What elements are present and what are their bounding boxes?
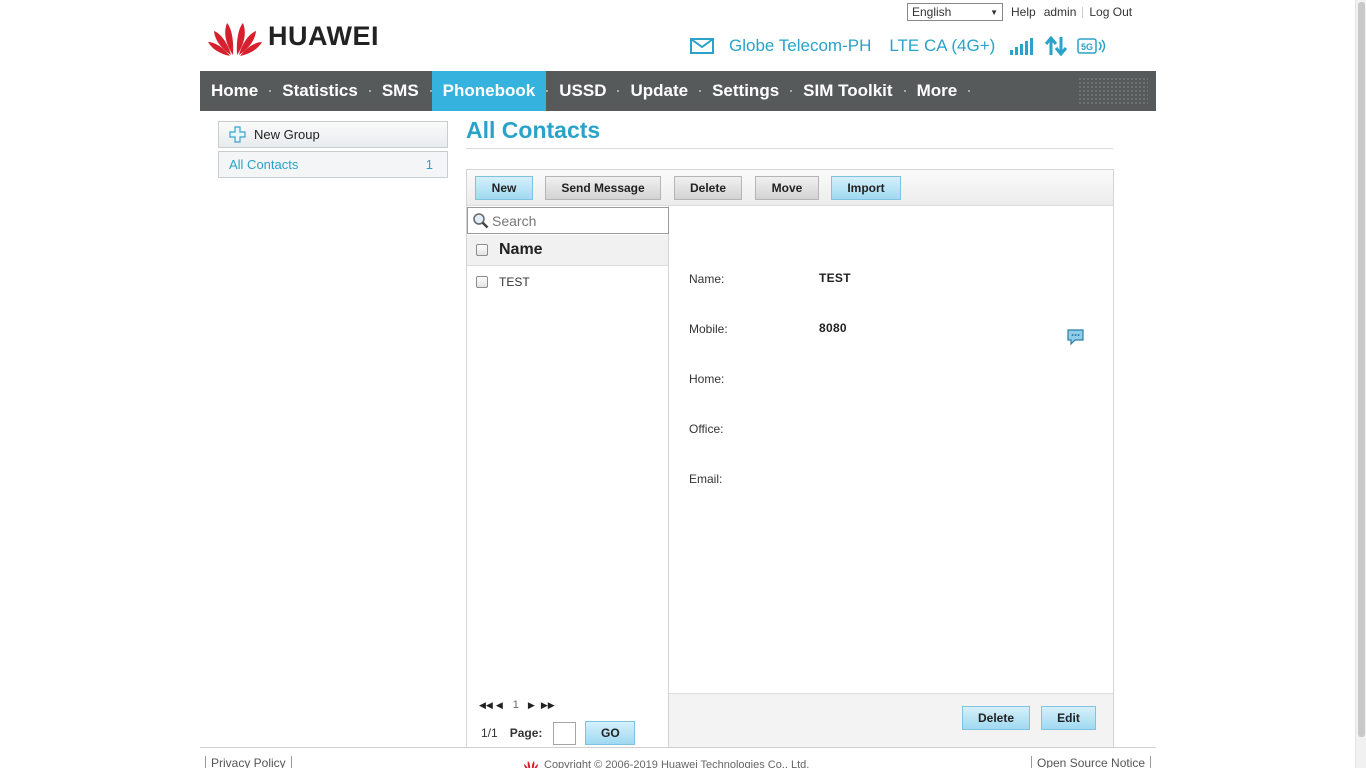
- home-label: Home:: [689, 372, 725, 386]
- new-group-button[interactable]: New Group: [218, 121, 448, 148]
- delete-button[interactable]: Delete: [674, 176, 742, 200]
- logout-link[interactable]: Log Out: [1089, 5, 1132, 19]
- fiveg-badge: 5G: [1081, 42, 1093, 52]
- go-button[interactable]: GO: [585, 721, 636, 745]
- language-value: English: [912, 5, 952, 19]
- first-page-icon[interactable]: ◀◀: [479, 700, 493, 711]
- page-number-input[interactable]: [553, 721, 577, 745]
- network-type: LTE CA (4G+): [889, 36, 996, 55]
- admin-link[interactable]: admin: [1044, 5, 1077, 19]
- pagination: ◀◀ ◀ 1 ▶ ▶▶: [479, 699, 555, 711]
- select-all-checkbox[interactable]: [476, 244, 488, 256]
- edit-contact-button[interactable]: Edit: [1041, 706, 1096, 730]
- huawei-flower-icon: [208, 23, 262, 56]
- mobile-label: Mobile:: [689, 322, 728, 336]
- nav-ussd[interactable]: USSD: [548, 71, 617, 111]
- email-label: Email:: [689, 472, 723, 486]
- name-value: TEST: [819, 271, 851, 285]
- page-jump: 1/1 Page: GO: [481, 721, 636, 745]
- page-title: All Contacts: [466, 117, 601, 143]
- contact-list: Search Name TEST ◀◀ ◀ 1 ▶ ▶▶ 1/1 Page: G…: [467, 206, 669, 747]
- delete-contact-button[interactable]: Delete: [962, 706, 1030, 730]
- mobile-value: 8080: [819, 321, 847, 335]
- nav-statistics[interactable]: Statistics: [271, 71, 369, 111]
- list-header: Name: [467, 235, 668, 266]
- nav-settings[interactable]: Settings: [701, 71, 790, 111]
- huawei-small-logo-icon: [524, 761, 538, 768]
- open-source-notice-link[interactable]: Open Source Notice: [1031, 756, 1152, 768]
- sidebar-item-all-contacts[interactable]: All Contacts 1: [218, 151, 448, 178]
- envelope-icon[interactable]: [690, 38, 714, 54]
- nav-more[interactable]: More: [906, 71, 969, 111]
- nav-sms[interactable]: SMS: [371, 71, 430, 111]
- search-input[interactable]: Search: [467, 207, 669, 234]
- language-select[interactable]: English ▼: [907, 3, 1003, 21]
- new-group-label: New Group: [254, 127, 320, 142]
- detail-footer: Delete Edit: [669, 693, 1113, 747]
- privacy-policy-link[interactable]: Privacy Policy: [205, 756, 292, 768]
- send-sms-icon[interactable]: [1067, 328, 1084, 345]
- nav-separator: [968, 90, 971, 92]
- contact-name: TEST: [499, 275, 530, 289]
- list-item[interactable]: TEST: [467, 270, 668, 294]
- move-button[interactable]: Move: [755, 176, 819, 200]
- send-message-button[interactable]: Send Message: [545, 176, 661, 200]
- group-count: 1: [425, 157, 433, 172]
- new-contact-button[interactable]: New: [475, 176, 533, 200]
- group-label: All Contacts: [229, 157, 299, 172]
- chevron-down-icon: ▼: [990, 7, 998, 17]
- contacts-toolbar: New Send Message Delete Move Import: [467, 170, 1113, 206]
- fiveg-wifi-icon: 5G: [1077, 38, 1106, 54]
- nav-sim-toolkit[interactable]: SIM Toolkit: [792, 71, 903, 111]
- scrollbar-thumb[interactable]: [1358, 2, 1365, 737]
- prev-page-icon[interactable]: ◀: [496, 700, 503, 711]
- nav-update[interactable]: Update: [619, 71, 699, 111]
- huawei-logo: HUAWEI: [206, 14, 386, 58]
- current-page[interactable]: 1: [513, 699, 519, 711]
- page-scrollbar[interactable]: [1355, 0, 1366, 768]
- office-label: Office:: [689, 422, 724, 436]
- brand-name: HUAWEI: [268, 20, 379, 51]
- nav-home[interactable]: Home: [200, 71, 269, 111]
- row-checkbox[interactable]: [476, 276, 488, 288]
- status-bar: Globe Telecom-PH LTE CA (4G+) 5G: [690, 34, 1107, 58]
- copyright-text: Copyright © 2006-2019 Huawei Technologie…: [544, 759, 810, 768]
- name-label: Name:: [689, 272, 725, 286]
- plus-icon: [229, 126, 246, 143]
- name-column-header: Name: [499, 241, 543, 258]
- page-count: 1/1: [481, 726, 498, 740]
- footer-divider: [200, 747, 1156, 748]
- title-divider: [466, 148, 1113, 149]
- main-nav: Home Statistics SMS Phonebook USSD Updat…: [200, 71, 1156, 111]
- next-page-icon[interactable]: ▶: [528, 700, 535, 711]
- nav-phonebook[interactable]: Phonebook: [431, 71, 547, 111]
- data-transfer-icon: [1045, 36, 1068, 56]
- carrier-name: Globe Telecom-PH: [729, 36, 872, 55]
- contacts-panel: New Send Message Delete Move Import Sear…: [466, 169, 1114, 748]
- search-placeholder: Search: [492, 212, 537, 229]
- page-label: Page:: [509, 726, 543, 740]
- search-icon: [473, 213, 489, 229]
- last-page-icon[interactable]: ▶▶: [541, 700, 555, 711]
- divider: [1082, 6, 1084, 18]
- copyright: Copyright © 2006-2019 Huawei Technologie…: [523, 759, 809, 768]
- help-link[interactable]: Help: [1011, 5, 1036, 19]
- import-button[interactable]: Import: [831, 176, 901, 200]
- signal-strength-icon: [1010, 38, 1034, 55]
- nav-decoration: [1078, 77, 1148, 105]
- top-links: English ▼ Help admin Log Out: [907, 2, 1132, 22]
- contact-detail: Name: TEST Mobile: 8080 Home: Office: Em…: [669, 206, 1113, 694]
